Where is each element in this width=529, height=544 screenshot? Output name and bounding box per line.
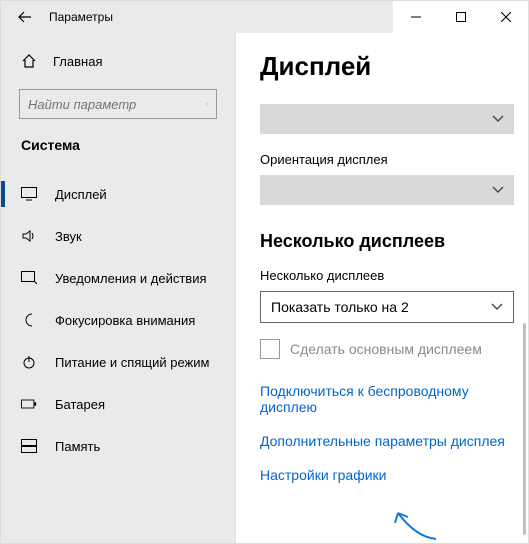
close-button[interactable] — [483, 1, 528, 33]
sidebar-item-battery[interactable]: Батарея — [1, 383, 235, 425]
page-title: Дисплей — [260, 51, 514, 82]
sidebar-item-label: Уведомления и действия — [55, 271, 207, 286]
battery-icon — [21, 396, 37, 412]
sidebar-item-label: Батарея — [55, 397, 105, 412]
wireless-display-link[interactable]: Подключиться к беспроводному дисплею — [260, 383, 514, 415]
power-icon — [21, 354, 37, 370]
maximize-icon — [456, 12, 466, 22]
sidebar-item-focus[interactable]: Фокусировка внимания — [1, 299, 235, 341]
orientation-label: Ориентация дисплея — [260, 152, 514, 167]
multi-display-heading: Несколько дисплеев — [260, 231, 514, 252]
sidebar-category: Система — [1, 137, 235, 165]
close-icon — [501, 12, 511, 22]
multi-display-label: Несколько дисплеев — [260, 268, 514, 283]
sidebar-item-display[interactable]: Дисплей — [1, 173, 235, 215]
notification-icon — [21, 270, 37, 286]
minimize-button[interactable] — [393, 1, 438, 33]
sidebar-item-storage[interactable]: Память — [1, 425, 235, 467]
sidebar-home-label: Главная — [53, 54, 102, 69]
sidebar-item-label: Фокусировка внимания — [55, 313, 195, 328]
window-title: Параметры — [49, 10, 113, 24]
arrow-left-icon — [18, 10, 32, 24]
maximize-button[interactable] — [438, 1, 483, 33]
chevron-down-icon — [492, 186, 504, 194]
search-input[interactable] — [28, 97, 206, 112]
sidebar-item-notifications[interactable]: Уведомления и действия — [1, 257, 235, 299]
search-icon — [206, 97, 208, 111]
multi-display-value: Показать только на 2 — [271, 299, 409, 315]
graphics-settings-link[interactable]: Настройки графики — [260, 467, 514, 483]
search-box[interactable] — [19, 89, 217, 119]
storage-icon — [21, 438, 37, 454]
multi-display-select[interactable]: Показать только на 2 — [260, 291, 514, 323]
sidebar-home[interactable]: Главная — [1, 47, 235, 79]
sidebar-item-label: Память — [55, 439, 100, 454]
scrollbar[interactable] — [523, 323, 526, 535]
sidebar-item-label: Звук — [55, 229, 82, 244]
sidebar-item-sound[interactable]: Звук — [1, 215, 235, 257]
back-button[interactable] — [9, 1, 41, 33]
primary-display-checkbox-label: Сделать основным дисплеем — [290, 341, 482, 357]
orientation-dropdown[interactable] — [260, 175, 514, 205]
content-area: Дисплей Ориентация дисплея Несколько дис… — [236, 33, 528, 543]
scale-dropdown[interactable] — [260, 104, 514, 134]
sidebar-nav: Дисплей Звук Уведомления и действия — [1, 173, 235, 467]
sidebar: Главная Система Дисплей — [1, 33, 236, 543]
speaker-icon — [21, 228, 37, 244]
sidebar-item-label: Питание и спящий режим — [55, 355, 209, 370]
sidebar-item-label: Дисплей — [55, 187, 107, 202]
advanced-display-link[interactable]: Дополнительные параметры дисплея — [260, 433, 514, 449]
titlebar: Параметры — [1, 1, 528, 33]
home-icon — [21, 53, 37, 69]
moon-icon — [21, 312, 37, 328]
annotation-arrow-icon — [386, 503, 446, 543]
primary-display-checkbox[interactable] — [260, 339, 280, 359]
primary-display-checkbox-row[interactable]: Сделать основным дисплеем — [260, 339, 514, 359]
chevron-down-icon — [491, 303, 503, 311]
sidebar-item-power[interactable]: Питание и спящий режим — [1, 341, 235, 383]
chevron-down-icon — [492, 115, 504, 123]
minimize-icon — [411, 12, 421, 22]
monitor-icon — [21, 186, 37, 202]
